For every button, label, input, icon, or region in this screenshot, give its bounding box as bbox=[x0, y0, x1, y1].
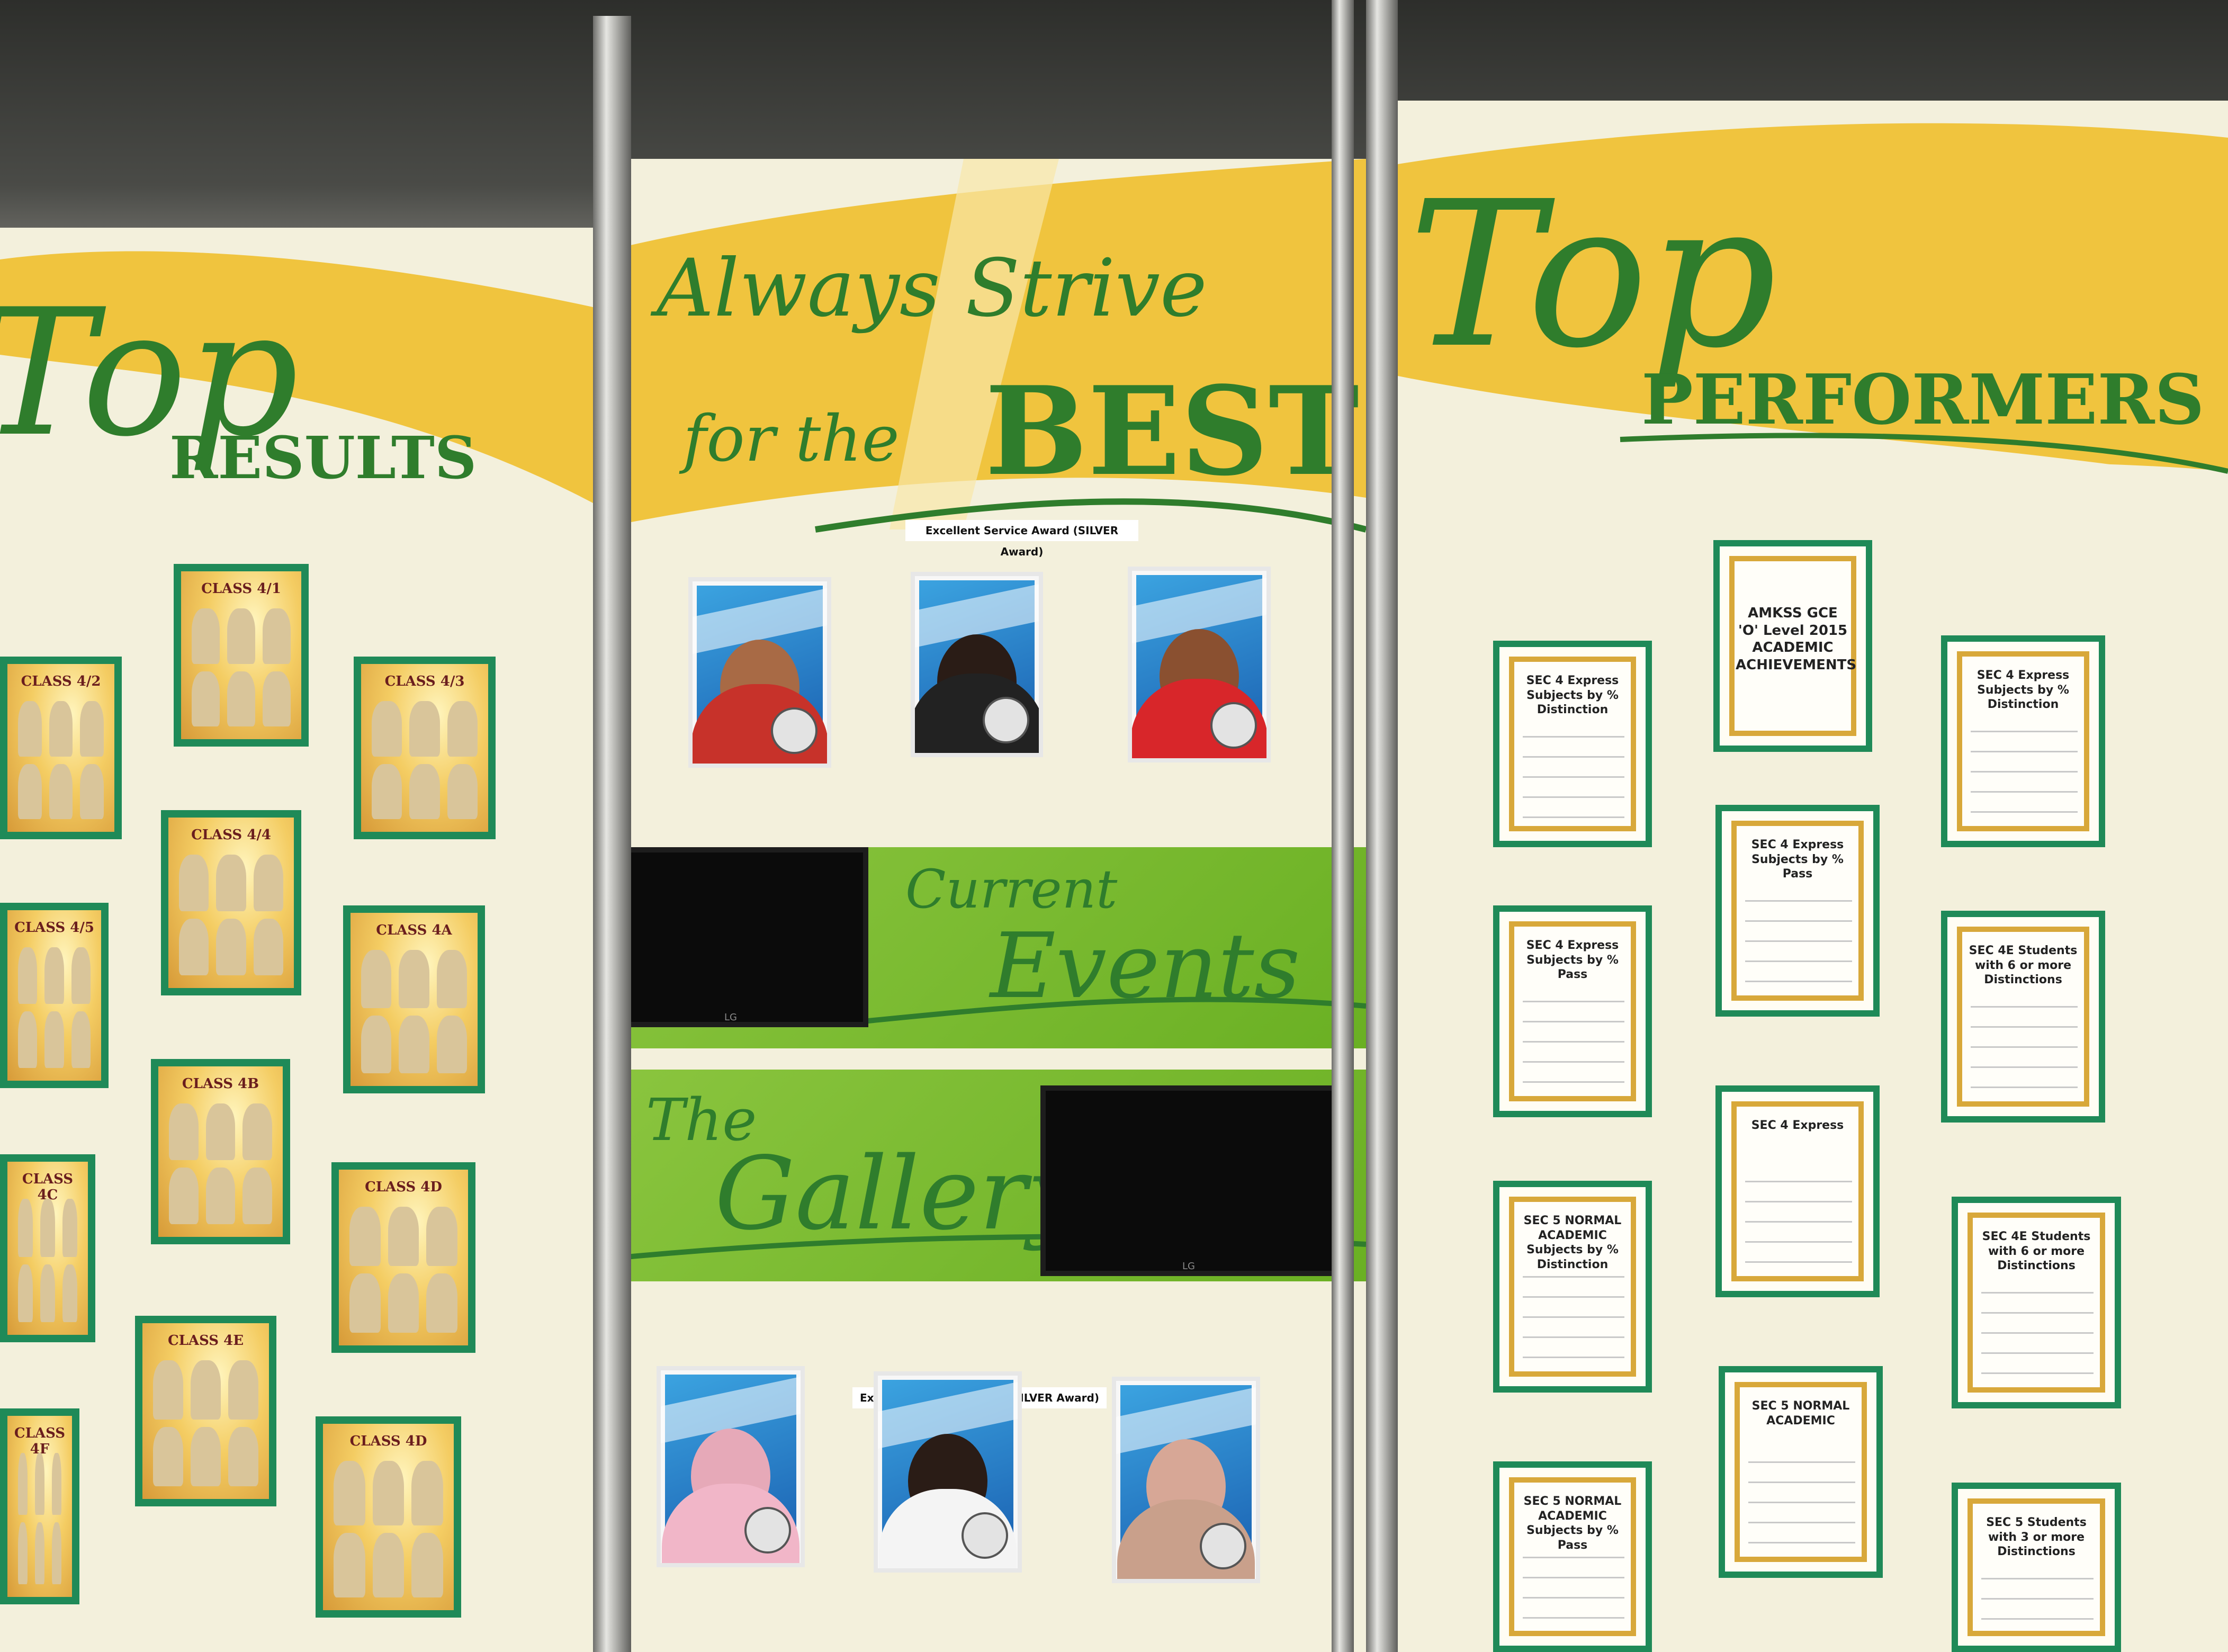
current-events-line2: Events bbox=[990, 914, 1300, 1019]
staff-photo-4 bbox=[657, 1366, 805, 1567]
staff-photo-3 bbox=[1128, 567, 1271, 762]
class-poster-10: CLASS 4E bbox=[135, 1316, 276, 1506]
staff-photo-1 bbox=[688, 577, 831, 768]
staff-photo-5 bbox=[874, 1371, 1022, 1573]
tv-screen-bottom: LG bbox=[1040, 1085, 1337, 1276]
certificate-1: SEC 4 Express Subjects by % Distinction bbox=[1493, 641, 1652, 847]
certificate-3: SEC 4 Express Subjects by % Pass bbox=[1715, 805, 1880, 1017]
certificate-10: SEC 5 NORMAL ACADEMIC Subjects by % Pass bbox=[1493, 1461, 1652, 1652]
class-poster-6: CLASS 4A bbox=[343, 905, 485, 1093]
left-results-word: RESULTS bbox=[169, 424, 477, 492]
class-poster-5: CLASS 4/5 bbox=[0, 903, 109, 1088]
certificate-8: SEC 4E Students with 6 or more Distincti… bbox=[1952, 1197, 2121, 1408]
certificate-6: SEC 4 Express bbox=[1715, 1085, 1880, 1297]
class-poster-11: CLASS 4F bbox=[0, 1408, 79, 1604]
tv-brand-bottom: LG bbox=[1182, 1261, 1195, 1272]
certificate-7: SEC 5 NORMAL ACADEMIC Subjects by % Dist… bbox=[1493, 1181, 1652, 1393]
center-always-strive: Always Strive bbox=[657, 243, 1207, 335]
class-poster-7: CLASS 4B bbox=[151, 1059, 290, 1244]
metal-pole-left bbox=[593, 16, 631, 1652]
certificate-11: SEC 5 Students with 3 or more Distinctio… bbox=[1952, 1483, 2121, 1652]
metal-pole-right bbox=[1366, 0, 1398, 1652]
class-poster-4: CLASS 4/4 bbox=[161, 810, 301, 995]
certificate-main: AMKSS GCE 'O' Level 2015 ACADEMIC ACHIEV… bbox=[1713, 540, 1872, 752]
award-label-top: Excellent Service Award (SILVER Award) bbox=[905, 520, 1138, 558]
right-top-word: Top bbox=[1408, 158, 1777, 392]
class-poster-12: CLASS 4D bbox=[316, 1416, 461, 1618]
center-board: Always Strive for the BEST Excellent Ser… bbox=[593, 159, 1366, 1652]
certificate-9: SEC 5 NORMAL ACADEMIC bbox=[1719, 1366, 1883, 1578]
class-poster-1: CLASS 4/1 bbox=[174, 564, 309, 747]
tv-brand-top: LG bbox=[724, 1012, 737, 1023]
scene: Top RESULTS Always Strive for the BEST E… bbox=[0, 0, 2228, 1652]
class-poster-2: CLASS 4/2 bbox=[0, 657, 122, 839]
class-poster-3: CLASS 4/3 bbox=[354, 657, 496, 839]
gallery-line2: Gallery bbox=[715, 1135, 1084, 1252]
metal-pole-center bbox=[1332, 0, 1354, 1652]
staff-photo-6 bbox=[1112, 1377, 1260, 1583]
certificate-5: SEC 4E Students with 6 or more Distincti… bbox=[1941, 911, 2105, 1123]
class-poster-8: CLASS 4C bbox=[0, 1154, 95, 1342]
center-best: BEST bbox=[985, 360, 1359, 503]
current-events-line1: Current bbox=[905, 858, 1118, 920]
tv-screen-top: LG bbox=[593, 847, 868, 1027]
staff-photo-2 bbox=[911, 572, 1043, 757]
center-for-the: for the bbox=[683, 402, 900, 476]
certificate-4: SEC 4 Express Subjects by % Pass bbox=[1493, 905, 1652, 1117]
certificate-2: SEC 4 Express Subjects by % Distinction bbox=[1941, 635, 2105, 847]
class-poster-9: CLASS 4D bbox=[331, 1162, 475, 1353]
right-board: Top PERFORMERS AMKSS GCE 'O' Level 2015 … bbox=[1398, 101, 2228, 1652]
right-performers-word: PERFORMERS bbox=[1641, 359, 2205, 440]
